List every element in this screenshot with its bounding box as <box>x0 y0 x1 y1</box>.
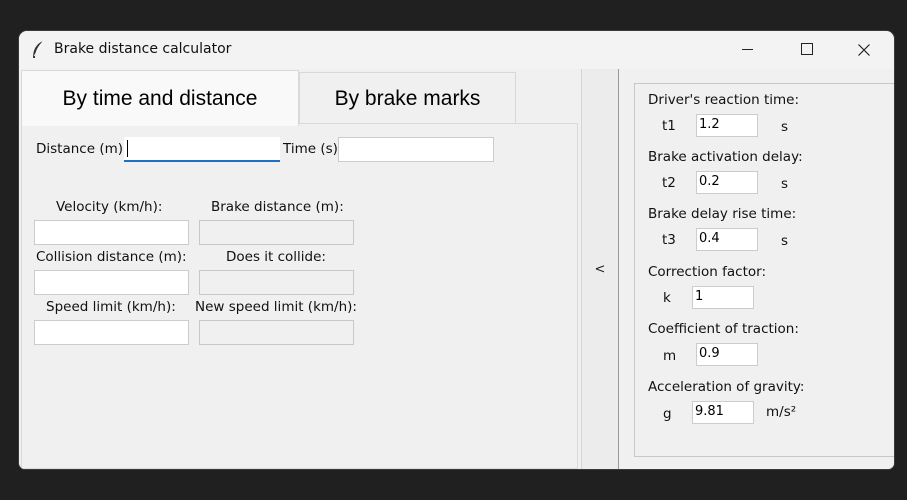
time-input[interactable] <box>338 137 494 162</box>
maximize-button[interactable] <box>777 31 835 69</box>
t2-symbol: t2 <box>662 175 676 191</box>
feather-icon <box>30 40 46 60</box>
m-input[interactable]: 0.9 <box>696 343 758 366</box>
velocity-input[interactable] <box>34 220 189 245</box>
m-symbol: m <box>663 348 677 364</box>
text-caret <box>127 140 128 157</box>
g-symbol: g <box>663 406 672 422</box>
distance-input[interactable] <box>124 137 280 162</box>
brake-rise-label: Brake delay rise time: <box>648 206 797 222</box>
k-input[interactable]: 1 <box>692 286 754 309</box>
parameters-frame: Driver's reaction time: t1 1.2 s Brake a… <box>634 83 894 457</box>
time-label: Time (s) <box>283 141 338 157</box>
minimize-button[interactable] <box>719 31 777 69</box>
gravity-label: Acceleration of gravity: <box>648 379 805 395</box>
t2-unit: s <box>781 176 789 192</box>
reaction-time-label: Driver's reaction time: <box>648 92 800 108</box>
distance-label: Distance (m) <box>36 141 124 157</box>
window-title: Brake distance calculator <box>54 41 232 57</box>
t1-symbol: t1 <box>662 118 676 134</box>
does-collide-label: Does it collide: <box>226 249 326 265</box>
t3-symbol: t3 <box>662 232 676 248</box>
brake-activation-label: Brake activation delay: <box>648 149 803 165</box>
brake-distance-output <box>199 220 354 245</box>
tab-by-time-and-distance[interactable]: By time and distance <box>21 70 299 126</box>
collapse-panel-button[interactable]: < <box>582 69 618 469</box>
tab-content: Distance (m) Time (s) Velocity (km/h): B… <box>21 123 578 469</box>
collision-distance-input[interactable] <box>34 270 189 295</box>
t3-unit: s <box>781 233 789 249</box>
tab-by-brake-marks[interactable]: By brake marks <box>299 72 516 124</box>
calculator-panel: By time and distance By brake marks Dist… <box>19 69 581 469</box>
new-speed-limit-label: New speed limit (km/h): <box>195 299 357 315</box>
parameters-panel: Driver's reaction time: t1 1.2 s Brake a… <box>619 69 894 469</box>
t1-unit: s <box>781 119 789 135</box>
app-window: Brake distance calculator By time and di… <box>19 31 894 469</box>
t2-input[interactable]: 0.2 <box>696 171 758 194</box>
close-icon <box>858 44 870 56</box>
panel-divider: < <box>581 69 619 469</box>
t3-input[interactable]: 0.4 <box>696 228 758 251</box>
does-collide-output <box>199 270 354 295</box>
collision-distance-label: Collision distance (m): <box>36 249 187 265</box>
traction-coefficient-label: Coefficient of traction: <box>648 321 799 337</box>
title-bar[interactable]: Brake distance calculator <box>19 31 894 69</box>
k-symbol: k <box>663 290 671 306</box>
speed-limit-input[interactable] <box>34 320 189 345</box>
brake-distance-label: Brake distance (m): <box>211 199 344 215</box>
correction-factor-label: Correction factor: <box>648 264 766 280</box>
t1-input[interactable]: 1.2 <box>696 114 758 137</box>
g-input[interactable]: 9.81 <box>692 401 754 424</box>
new-speed-limit-output <box>199 320 354 345</box>
close-button[interactable] <box>835 31 893 69</box>
velocity-label: Velocity (km/h): <box>56 199 163 215</box>
speed-limit-label: Speed limit (km/h): <box>46 299 176 315</box>
g-unit: m/s² <box>766 404 797 420</box>
